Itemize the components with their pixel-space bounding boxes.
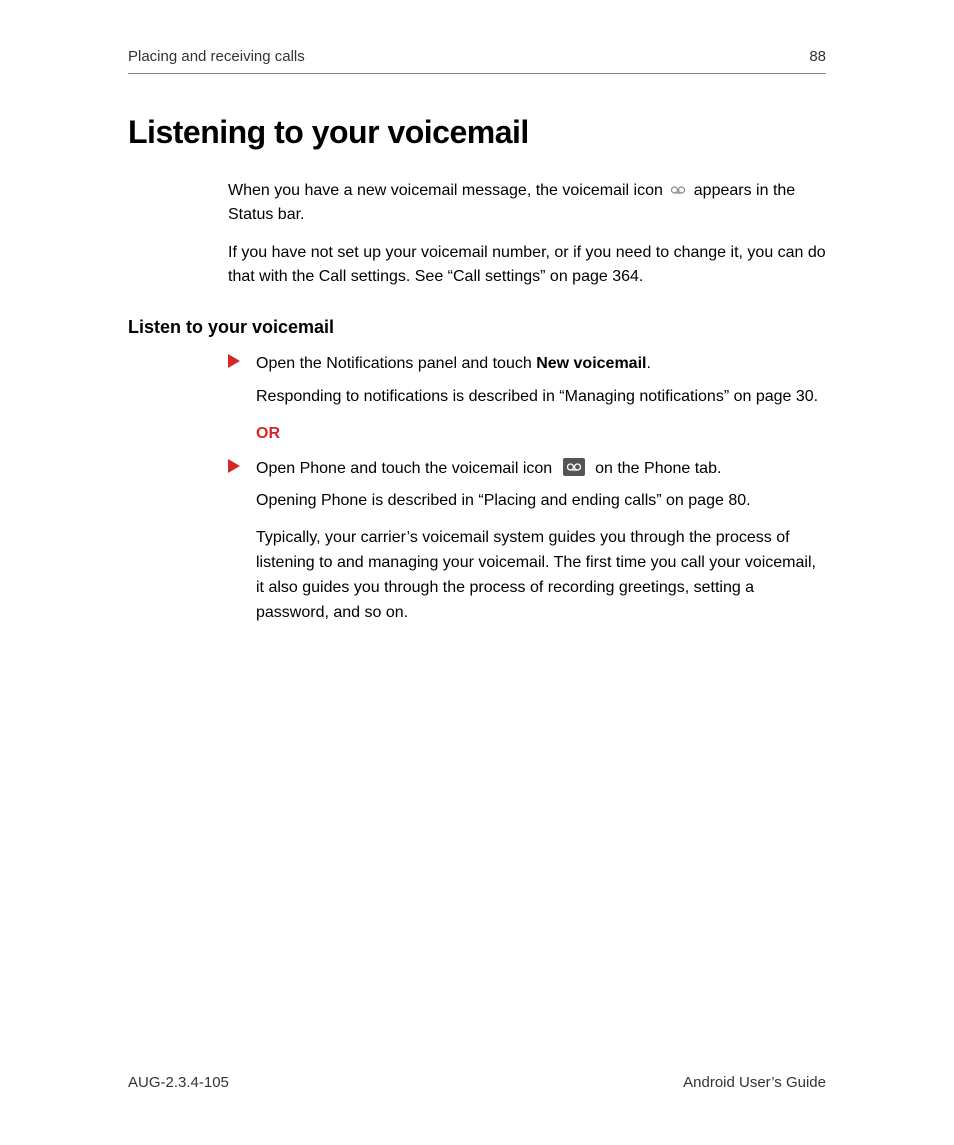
step-1: Open the Notifications panel and touch N… bbox=[228, 352, 826, 377]
voicemail-icon bbox=[671, 179, 685, 203]
header-section-label: Placing and receiving calls bbox=[128, 48, 305, 65]
or-separator: OR bbox=[228, 422, 826, 447]
step-2: Open Phone and touch the voicemail icon … bbox=[228, 457, 826, 482]
intro-block: When you have a new voicemail message, t… bbox=[228, 179, 826, 289]
intro-paragraph-2: If you have not set up your voicemail nu… bbox=[228, 241, 826, 289]
page-title: Listening to your voicemail bbox=[128, 114, 826, 151]
running-footer: AUG-2.3.4-105 Android User’s Guide bbox=[128, 1074, 826, 1091]
steps-block: Open the Notifications panel and touch N… bbox=[228, 352, 826, 625]
footer-doc-title: Android User’s Guide bbox=[683, 1074, 826, 1091]
footer-doc-id: AUG-2.3.4-105 bbox=[128, 1074, 229, 1091]
step-1-text-b: . bbox=[646, 355, 650, 372]
intro-paragraph-1: When you have a new voicemail message, t… bbox=[228, 179, 826, 227]
carrier-note: Typically, your carrier’s voicemail syst… bbox=[228, 526, 826, 625]
subheading: Listen to your voicemail bbox=[128, 317, 826, 338]
step-1-text-a: Open the Notifications panel and touch bbox=[256, 355, 536, 372]
triangle-bullet-icon bbox=[228, 459, 242, 473]
header-page-number: 88 bbox=[809, 48, 826, 65]
running-header: Placing and receiving calls 88 bbox=[128, 48, 826, 73]
header-rule bbox=[128, 73, 826, 74]
step-2-text-b: on the Phone tab. bbox=[595, 460, 721, 477]
document-page: Placing and receiving calls 88 Listening… bbox=[0, 0, 954, 1145]
intro-p1-text-a: When you have a new voicemail message, t… bbox=[228, 182, 667, 199]
step-2-note: Opening Phone is described in “Placing a… bbox=[228, 489, 826, 514]
step-1-bold: New voicemail bbox=[536, 355, 646, 372]
triangle-bullet-icon bbox=[228, 354, 242, 368]
step-2-text-a: Open Phone and touch the voicemail icon bbox=[256, 460, 557, 477]
step-1-note: Responding to notifications is described… bbox=[228, 385, 826, 410]
voicemail-tab-icon bbox=[563, 458, 585, 476]
